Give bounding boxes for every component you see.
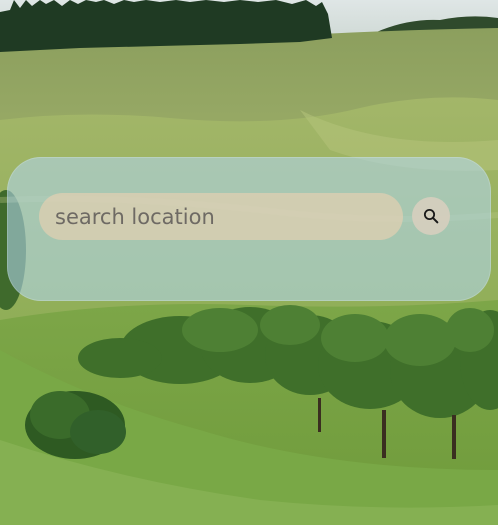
search-icon <box>423 208 439 224</box>
search-button[interactable] <box>412 197 450 235</box>
search-card <box>7 157 491 301</box>
search-input[interactable] <box>39 193 403 240</box>
app-screen <box>0 0 498 525</box>
